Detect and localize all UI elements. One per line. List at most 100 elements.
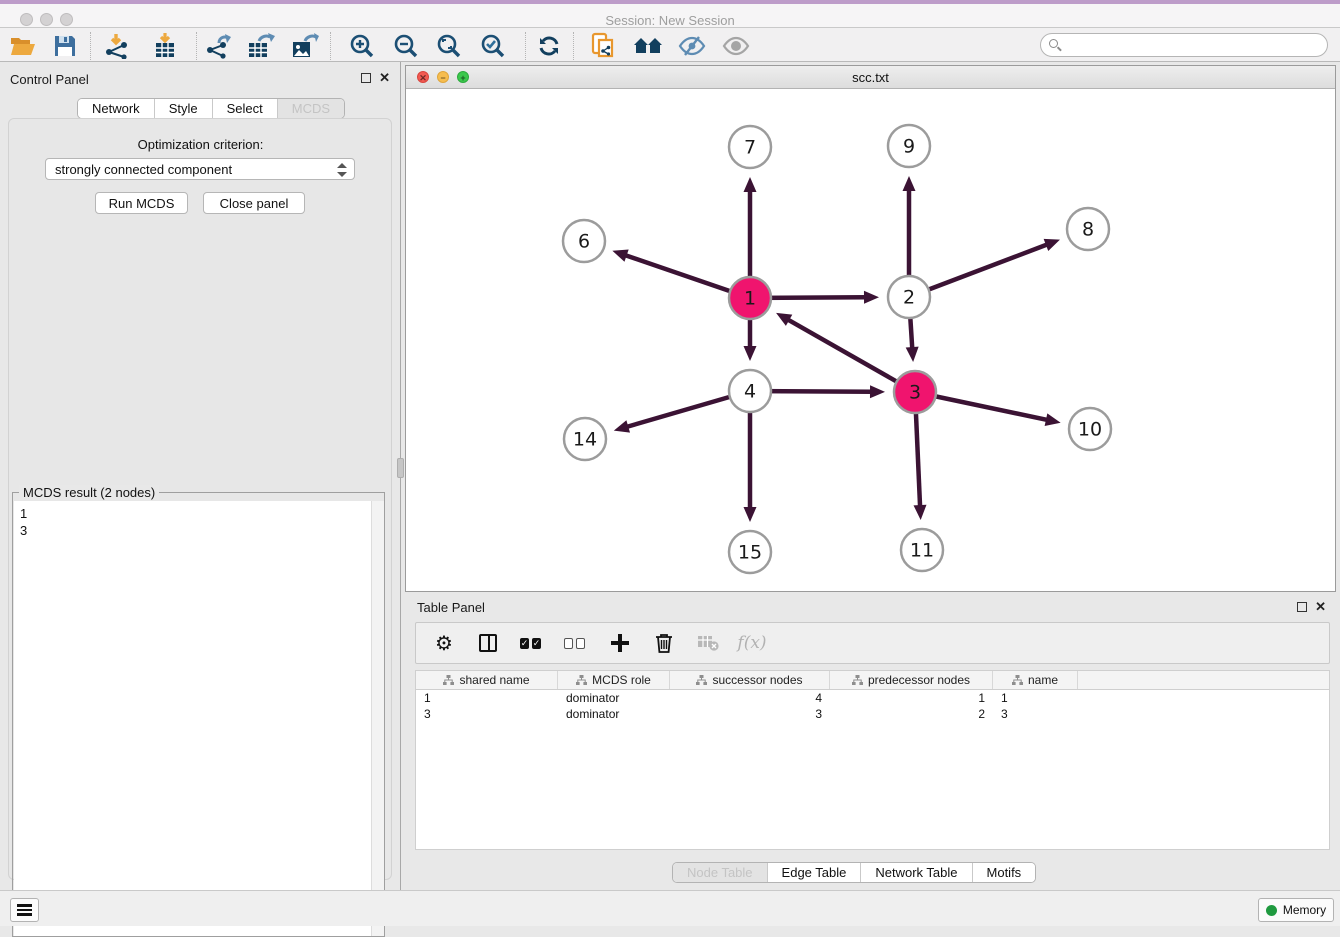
graph-node-2[interactable]: 2 [888,276,930,318]
edge-arrowhead-icon [612,249,628,261]
table-cell[interactable]: 1 [993,690,1078,706]
vertical-splitter-handle[interactable] [397,458,404,478]
graph-node-6[interactable]: 6 [563,220,605,262]
search-icon [1049,39,1058,48]
graph-node-7[interactable]: 7 [729,126,771,168]
table-cell[interactable]: 2 [830,706,993,722]
tab-node-table[interactable]: Node Table [673,863,768,882]
edge-arrowhead-icon [864,291,879,304]
show-all-icon[interactable] [719,33,753,59]
tab-network[interactable]: Network [78,99,155,118]
table-row[interactable]: 1dominator411 [416,690,1329,706]
toolbar-separator [573,32,574,60]
tab-motifs[interactable]: Motifs [973,863,1036,882]
refresh-icon[interactable] [532,33,566,59]
network-canvas[interactable]: 7 9 6 8 1 2 4 3 14 10 15 11 [406,89,1335,591]
deselect-all-icon[interactable] [564,631,588,655]
memory-button[interactable]: Memory [1258,898,1334,922]
edge-arrowhead-icon [870,385,885,398]
criterion-value: strongly connected component [55,162,232,177]
network-window-titlebar[interactable]: ✕ − + scc.txt [406,66,1335,89]
graph-node-15[interactable]: 15 [729,531,771,573]
table-cell[interactable]: dominator [558,690,670,706]
node-table: shared nameMCDS rolesuccessor nodesprede… [415,670,1330,850]
svg-text:4: 4 [744,381,756,403]
add-row-icon[interactable] [608,631,632,655]
zoom-in-icon[interactable] [345,33,379,59]
tab-select[interactable]: Select [213,99,278,118]
column-header-shared-name[interactable]: shared name [416,671,558,689]
table-cell[interactable]: 4 [670,690,830,706]
memory-status-icon [1266,905,1277,916]
select-all-icon[interactable]: ✓✓ [520,631,544,655]
mcds-result-area[interactable]: 13 [14,501,384,936]
function-builder-icon[interactable]: f(x) [740,631,764,655]
table-cell[interactable]: 1 [416,690,558,706]
tab-edge-table[interactable]: Edge Table [768,863,862,882]
edge-arrowhead-icon [744,507,757,522]
table-cell[interactable]: 3 [670,706,830,722]
edge-arrowhead-icon [744,346,757,361]
column-header-predecessor-nodes[interactable]: predecessor nodes [830,671,993,689]
criterion-dropdown[interactable]: strongly connected component [45,158,355,180]
graph-node-11[interactable]: 11 [901,529,943,571]
edge-arrowhead-icon [903,176,916,191]
table-cell[interactable]: 3 [416,706,558,722]
zoom-fit-icon[interactable] [432,33,466,59]
toolbar-separator [196,32,197,60]
svg-text:9: 9 [903,136,915,158]
mcds-result-title: MCDS result (2 nodes) [19,485,159,500]
graph-node-3[interactable]: 3 [894,371,936,413]
column-header-successor-nodes[interactable]: successor nodes [670,671,830,689]
svg-text:14: 14 [573,429,597,451]
search-input[interactable] [1040,33,1328,57]
column-visibility-icon[interactable] [476,631,500,655]
zoom-out-icon[interactable] [389,33,423,59]
graph-node-14[interactable]: 14 [564,418,606,460]
network-title: scc.txt [406,70,1335,85]
network-view-window: ✕ − + scc.txt 7 9 6 8 1 2 4 3 14 10 15 11 [405,65,1336,592]
float-panel-icon[interactable] [361,73,371,83]
mcds-result-group: MCDS result (2 nodes) 13 [12,492,385,937]
table-cell[interactable]: 3 [993,706,1078,722]
graph-node-8[interactable]: 8 [1067,208,1109,250]
close-panel-button[interactable]: Close panel [203,192,305,214]
tab-mcds[interactable]: MCDS [278,99,344,118]
float-panel-icon[interactable] [1297,602,1307,612]
import-network-icon[interactable] [100,33,134,59]
home-icon[interactable] [631,33,665,59]
delete-table-icon[interactable] [696,631,720,655]
toolbar-separator [90,32,91,60]
graph-node-4[interactable]: 4 [729,370,771,412]
export-image-icon[interactable] [288,33,322,59]
table-row[interactable]: 3dominator323 [416,706,1329,722]
graph-node-9[interactable]: 9 [888,125,930,167]
hide-selected-icon[interactable] [675,33,709,59]
close-panel-icon[interactable]: ✕ [379,73,390,83]
result-scrollbar[interactable] [371,501,384,936]
column-header-MCDS-role[interactable]: MCDS role [558,671,670,689]
graph-edge-2-8[interactable] [909,244,1048,297]
graph-node-10[interactable]: 10 [1069,408,1111,450]
tab-style[interactable]: Style [155,99,213,118]
open-file-icon[interactable] [6,33,40,59]
task-history-button[interactable] [10,898,39,922]
graph-node-1[interactable]: 1 [729,277,771,319]
close-panel-icon[interactable]: ✕ [1315,602,1326,612]
export-network-icon[interactable] [202,33,236,59]
dropdown-stepper-icon [337,163,347,177]
save-session-icon[interactable] [48,33,82,59]
tab-network-table[interactable]: Network Table [861,863,972,882]
run-mcds-button[interactable]: Run MCDS [95,192,188,214]
delete-row-icon[interactable] [652,631,676,655]
edge-arrowhead-icon [914,505,927,520]
export-table-icon[interactable] [244,33,278,59]
settings-gear-icon[interactable]: ⚙ [432,631,456,655]
clone-network-icon[interactable] [587,33,621,59]
control-panel-tabs: NetworkStyleSelectMCDS [77,98,345,119]
column-header-name[interactable]: name [993,671,1078,689]
import-table-icon[interactable] [148,33,182,59]
table-cell[interactable]: dominator [558,706,670,722]
zoom-selected-icon[interactable] [476,33,510,59]
table-cell[interactable]: 1 [830,690,993,706]
